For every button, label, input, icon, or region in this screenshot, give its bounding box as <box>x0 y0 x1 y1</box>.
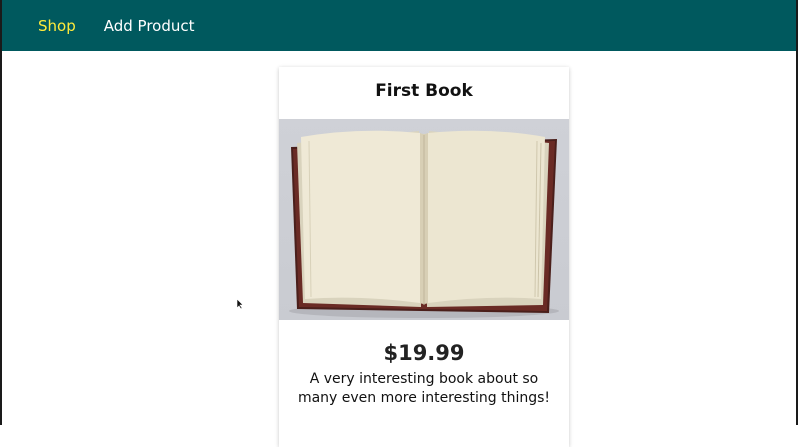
nav-link-add-product[interactable]: Add Product <box>104 17 195 35</box>
product-price: $19.99 <box>383 341 465 365</box>
window-edge-left <box>0 0 2 425</box>
nav-link-shop[interactable]: Shop <box>38 17 76 35</box>
product-title: First Book <box>375 81 473 101</box>
product-card: First Book $19.99 A very interesting boo… <box>279 67 569 447</box>
product-image <box>279 119 569 320</box>
mouse-pointer-icon <box>236 298 244 310</box>
main-header: Shop Add Product <box>2 0 796 51</box>
open-book-icon <box>289 130 559 318</box>
product-description: A very interesting book about so many ev… <box>297 371 551 406</box>
